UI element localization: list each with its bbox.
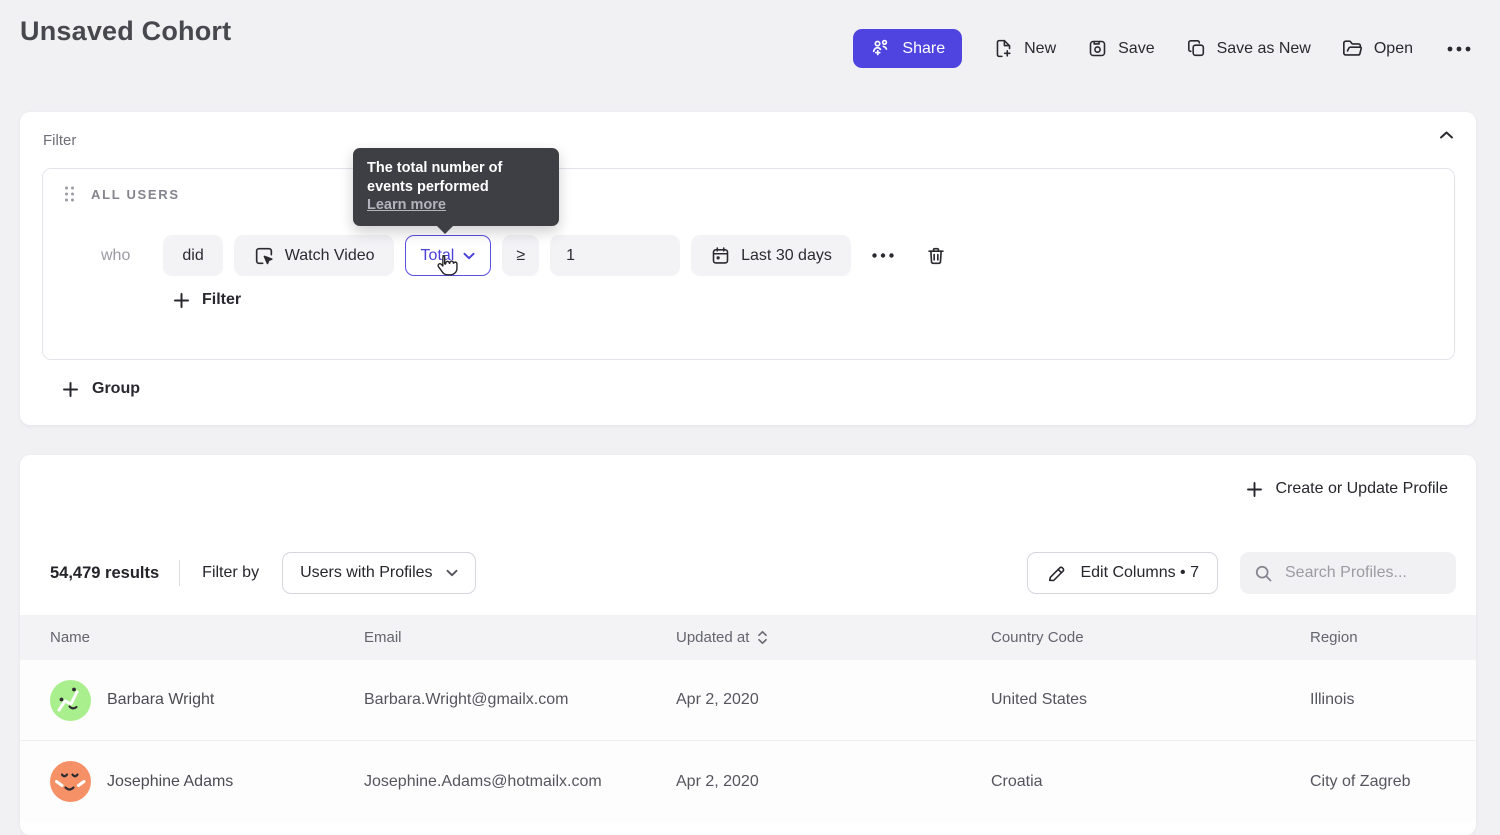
filter-by-label: Filter by <box>202 564 259 582</box>
click-event-icon <box>253 245 275 267</box>
open-button[interactable]: Open <box>1342 38 1413 60</box>
page-title: Unsaved Cohort <box>20 16 231 47</box>
trash-icon <box>925 245 947 267</box>
condition-more-button[interactable] <box>869 249 897 262</box>
plus-icon <box>1246 481 1263 498</box>
column-header-updated-at-label: Updated at <box>676 629 749 646</box>
chevron-up-icon <box>1439 130 1454 140</box>
column-header-region[interactable]: Region <box>1310 629 1446 646</box>
did-selector[interactable]: did <box>163 235 222 276</box>
table-header-row: Name Email Updated at Country Code Regio… <box>20 615 1476 660</box>
results-panel: Create or Update Profile 54,479 results … <box>20 455 1476 835</box>
more-options-button[interactable] <box>1444 42 1474 56</box>
folder-open-icon <box>1342 38 1364 60</box>
create-or-update-profile-label: Create or Update Profile <box>1275 480 1448 498</box>
add-group-button[interactable]: Group <box>62 380 140 398</box>
profile-email: Josephine.Adams@hotmailx.com <box>364 773 676 791</box>
filter-panel-title: Filter <box>43 132 76 149</box>
profile-name: Josephine Adams <box>107 773 233 791</box>
column-header-updated-at[interactable]: Updated at <box>676 629 991 646</box>
ellipsis-icon <box>1446 44 1472 54</box>
aggregation-selector[interactable]: Total <box>405 235 492 276</box>
value-input[interactable] <box>550 235 680 276</box>
table-row[interactable]: Josephine Adams Josephine.Adams@hotmailx… <box>20 741 1476 822</box>
did-label: did <box>182 247 203 265</box>
drag-handle-icon[interactable] <box>63 185 76 203</box>
operator-label: ≥ <box>516 247 525 265</box>
who-label: who <box>101 247 130 265</box>
chevron-down-icon <box>446 569 458 577</box>
column-header-country-code[interactable]: Country Code <box>991 629 1310 646</box>
share-users-icon <box>870 38 891 59</box>
date-range-label: Last 30 days <box>741 247 832 265</box>
operator-selector[interactable]: ≥ <box>502 235 539 276</box>
delete-condition-button[interactable] <box>923 243 949 269</box>
event-selector[interactable]: Watch Video <box>234 235 394 276</box>
share-label: Share <box>902 40 945 58</box>
profile-filter-dropdown[interactable]: Users with Profiles <box>282 552 475 594</box>
tooltip-text: The total number of events performed <box>367 159 545 196</box>
profile-email: Barbara.Wright@gmailx.com <box>364 691 676 709</box>
filter-panel: Filter ALL USERS who did <box>20 112 1476 425</box>
share-button[interactable]: Share <box>853 29 962 68</box>
filter-condition-row: who did Watch Video Total <box>101 235 949 276</box>
profiles-table: Name Email Updated at Country Code Regio… <box>20 615 1476 822</box>
ellipsis-icon <box>871 251 895 260</box>
results-toolbar: 54,479 results Filter by Users with Prof… <box>50 552 1456 594</box>
chevron-down-icon <box>463 252 475 260</box>
aggregation-label: Total <box>421 247 455 265</box>
profile-country-code: United States <box>991 691 1310 709</box>
profile-region: City of Zagreb <box>1310 773 1446 791</box>
filter-group-header: ALL USERS <box>63 185 180 203</box>
avatar <box>50 761 91 802</box>
new-button[interactable]: New <box>993 38 1056 59</box>
add-filter-label: Filter <box>202 291 241 309</box>
save-icon <box>1087 38 1108 59</box>
save-button[interactable]: Save <box>1087 38 1154 59</box>
date-range-selector[interactable]: Last 30 days <box>691 235 851 276</box>
profile-name-cell: Barbara Wright <box>50 680 364 721</box>
profile-name: Barbara Wright <box>107 691 214 709</box>
copy-icon <box>1186 38 1207 59</box>
search-profiles-input[interactable] <box>1285 564 1443 582</box>
profile-country-code: Croatia <box>991 773 1310 791</box>
add-filter-button[interactable]: Filter <box>173 291 241 309</box>
pencil-icon <box>1046 563 1067 584</box>
top-toolbar: Share New Save <box>853 29 1474 68</box>
table-row[interactable]: Barbara Wright Barbara.Wright@gmailx.com… <box>20 660 1476 741</box>
sort-icon[interactable] <box>757 630 768 645</box>
learn-more-link[interactable]: Learn more <box>367 197 446 213</box>
avatar <box>50 680 91 721</box>
plus-icon <box>62 381 79 398</box>
profile-region: Illinois <box>1310 691 1446 709</box>
new-label: New <box>1024 40 1056 58</box>
profile-name-cell: Josephine Adams <box>50 761 364 802</box>
save-label: Save <box>1118 40 1154 58</box>
add-group-label: Group <box>92 380 140 398</box>
profile-filter-value: Users with Profiles <box>300 564 432 582</box>
edit-columns-button[interactable]: Edit Columns • 7 <box>1027 552 1218 594</box>
save-as-new-label: Save as New <box>1217 40 1311 58</box>
plus-icon <box>173 292 190 309</box>
results-count: 54,479 results <box>50 564 159 583</box>
event-name-label: Watch Video <box>285 247 375 265</box>
search-profiles-box <box>1240 552 1456 594</box>
edit-columns-label: Edit Columns • 7 <box>1080 564 1199 582</box>
save-as-new-button[interactable]: Save as New <box>1186 38 1311 59</box>
column-header-email[interactable]: Email <box>364 629 676 646</box>
toolbar-divider <box>179 560 180 586</box>
collapse-filter-button[interactable] <box>1435 126 1458 144</box>
search-icon <box>1253 563 1274 584</box>
group-label: ALL USERS <box>91 187 180 202</box>
profile-updated-at: Apr 2, 2020 <box>676 691 991 709</box>
profile-updated-at: Apr 2, 2020 <box>676 773 991 791</box>
create-or-update-profile-button[interactable]: Create or Update Profile <box>1246 480 1448 498</box>
tooltip-tail <box>436 225 454 234</box>
file-plus-icon <box>993 38 1014 59</box>
aggregation-tooltip: The total number of events performed Lea… <box>353 148 559 226</box>
open-label: Open <box>1374 40 1413 58</box>
filter-group-all-users: ALL USERS who did Watch Video Total <box>42 168 1455 360</box>
calendar-icon <box>710 245 731 266</box>
column-header-name[interactable]: Name <box>50 629 364 646</box>
